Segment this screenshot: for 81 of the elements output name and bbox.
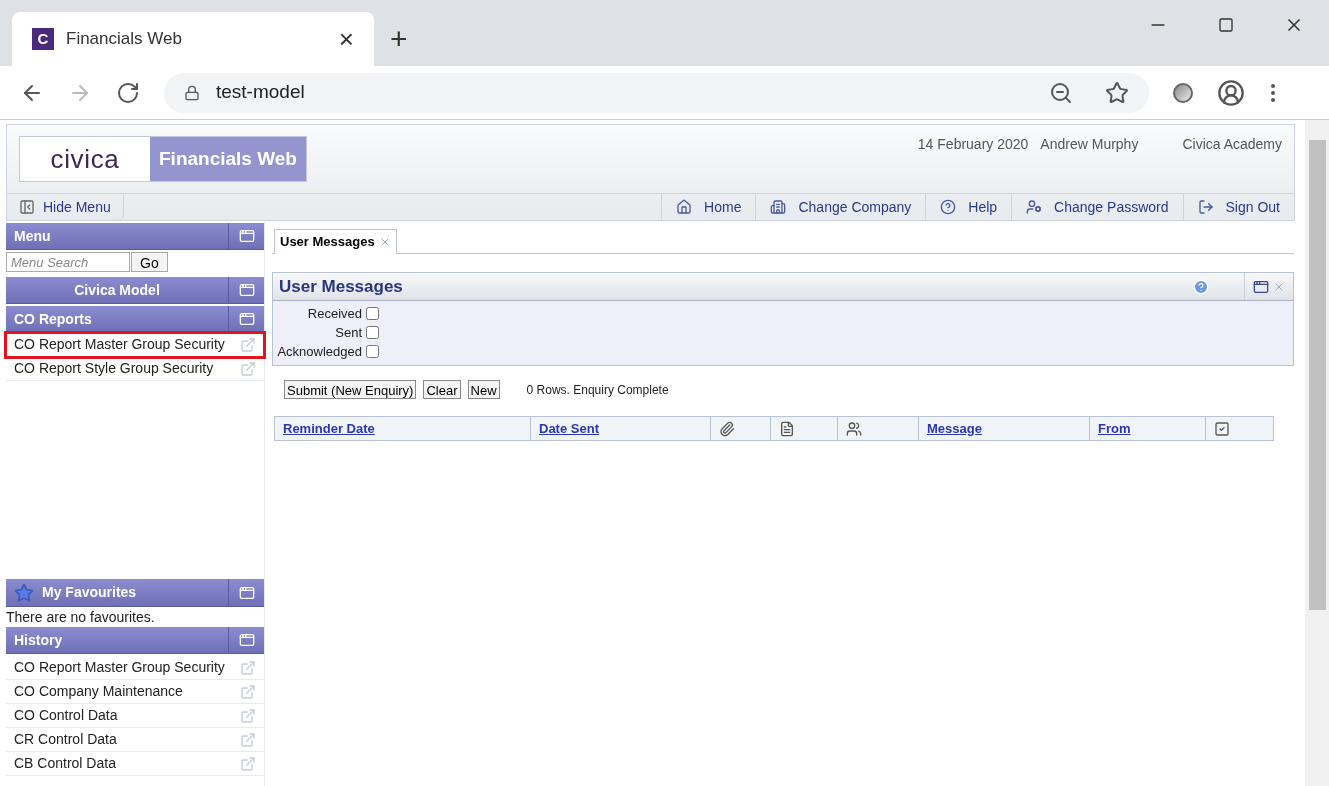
star-icon[interactable] <box>1105 80 1129 105</box>
maximize-icon[interactable] <box>1218 17 1234 33</box>
open-link-icon <box>240 659 256 676</box>
action-button[interactable]: Submit (New Enquiry) <box>284 380 417 399</box>
column-header[interactable]: From <box>1090 417 1206 440</box>
nav-link[interactable]: Help <box>925 194 1012 220</box>
filter-checkbox[interactable] <box>366 345 379 358</box>
action-button[interactable]: New <box>467 380 500 399</box>
close-tab-button[interactable]: × <box>338 26 354 52</box>
action-button[interactable]: Clear <box>423 380 461 399</box>
scrollbar[interactable] <box>1305 120 1329 786</box>
nav-link[interactable]: Change Company <box>755 194 926 220</box>
address-bar[interactable]: test-model <box>164 72 1149 113</box>
filter-checkbox[interactable] <box>366 307 379 320</box>
enquiry-status: 0 Rows. Enquiry Complete <box>526 381 669 399</box>
panel-title: User Messages <box>278 275 404 298</box>
open-link-icon <box>240 731 256 748</box>
menu-search-field[interactable]: Menu Search <box>6 252 130 272</box>
column-header[interactable]: Reminder Date <box>275 417 531 440</box>
content-tab[interactable]: User Messages <box>274 229 397 254</box>
window-icon[interactable] <box>238 311 255 327</box>
url-text: test-model <box>216 80 306 105</box>
go-button[interactable]: Go <box>131 252 168 272</box>
panel-title: My Favourites <box>41 583 138 602</box>
new-tab-button[interactable]: + <box>390 24 408 54</box>
zoom-out-icon[interactable] <box>1049 80 1073 105</box>
filter-label: Received <box>306 304 363 323</box>
column-header[interactable]: Date Sent <box>531 417 711 440</box>
tab-label: User Messages <box>280 233 375 252</box>
panel-title: History <box>13 630 64 650</box>
people-icon[interactable] <box>846 420 862 437</box>
help-icon[interactable] <box>1193 278 1209 295</box>
building-icon <box>770 199 787 215</box>
product-name: Financials Web <box>150 137 306 181</box>
civica-logo: civica <box>20 137 150 181</box>
window-icon[interactable] <box>238 632 255 648</box>
profile-icon[interactable] <box>1217 78 1245 107</box>
open-link-icon <box>240 755 256 772</box>
window-icon[interactable] <box>238 584 255 601</box>
menu-item[interactable]: CO Report Master Group Security <box>6 333 264 357</box>
menu-item[interactable]: CB Control Data <box>6 752 264 776</box>
menu-item[interactable]: CO Company Maintenance <box>6 680 264 704</box>
hide-menu-button[interactable]: Hide Menu <box>7 194 124 220</box>
user-name: Andrew Murphy <box>1040 135 1139 154</box>
nav-link[interactable]: Home <box>661 194 756 220</box>
window-icon[interactable] <box>1253 278 1269 295</box>
checkbox-icon[interactable] <box>1214 420 1230 437</box>
star-icon <box>14 582 34 603</box>
lock-icon <box>184 84 200 101</box>
open-link-icon <box>240 336 256 353</box>
filter-label: Acknowledged <box>276 342 363 361</box>
hide-menu-icon <box>19 199 35 215</box>
browser-tab[interactable]: C Financials Web × <box>12 12 374 66</box>
open-link-icon <box>240 707 256 724</box>
help-icon <box>940 199 957 215</box>
menu-item[interactable]: CO Report Master Group Security <box>6 656 264 680</box>
extension-icon[interactable] <box>1173 82 1193 103</box>
menu-item[interactable]: CR Control Data <box>6 728 264 752</box>
menu-item[interactable]: CO Report Style Group Security <box>6 357 264 381</box>
column-header[interactable]: Message <box>919 417 1090 440</box>
house-icon <box>676 199 693 215</box>
tab-title: Financials Web <box>66 28 183 51</box>
panel-title: Civica Model <box>73 280 161 300</box>
panel-title: Menu <box>13 226 52 246</box>
panel-title: CO Reports <box>13 309 93 329</box>
favicon: C <box>32 28 54 50</box>
window-icon[interactable] <box>238 282 255 298</box>
notepad-icon[interactable] <box>779 420 795 437</box>
nav-link[interactable]: Change Password <box>1011 194 1183 220</box>
empty-favourites-text: There are no favourites. <box>6 608 156 627</box>
current-date: 14 February 2020 <box>917 135 1029 154</box>
filter-checkbox[interactable] <box>366 326 379 339</box>
filter-label: Sent <box>334 323 363 342</box>
paperclip-icon[interactable] <box>719 420 735 437</box>
nav-link[interactable]: Sign Out <box>1182 194 1294 220</box>
open-link-icon <box>240 360 256 377</box>
menu-item[interactable]: CO Control Data <box>6 704 264 728</box>
reload-icon[interactable] <box>116 80 140 105</box>
window-icon[interactable] <box>238 228 255 244</box>
organisation-name: Civica Academy <box>1182 135 1282 154</box>
open-link-icon <box>240 683 256 700</box>
